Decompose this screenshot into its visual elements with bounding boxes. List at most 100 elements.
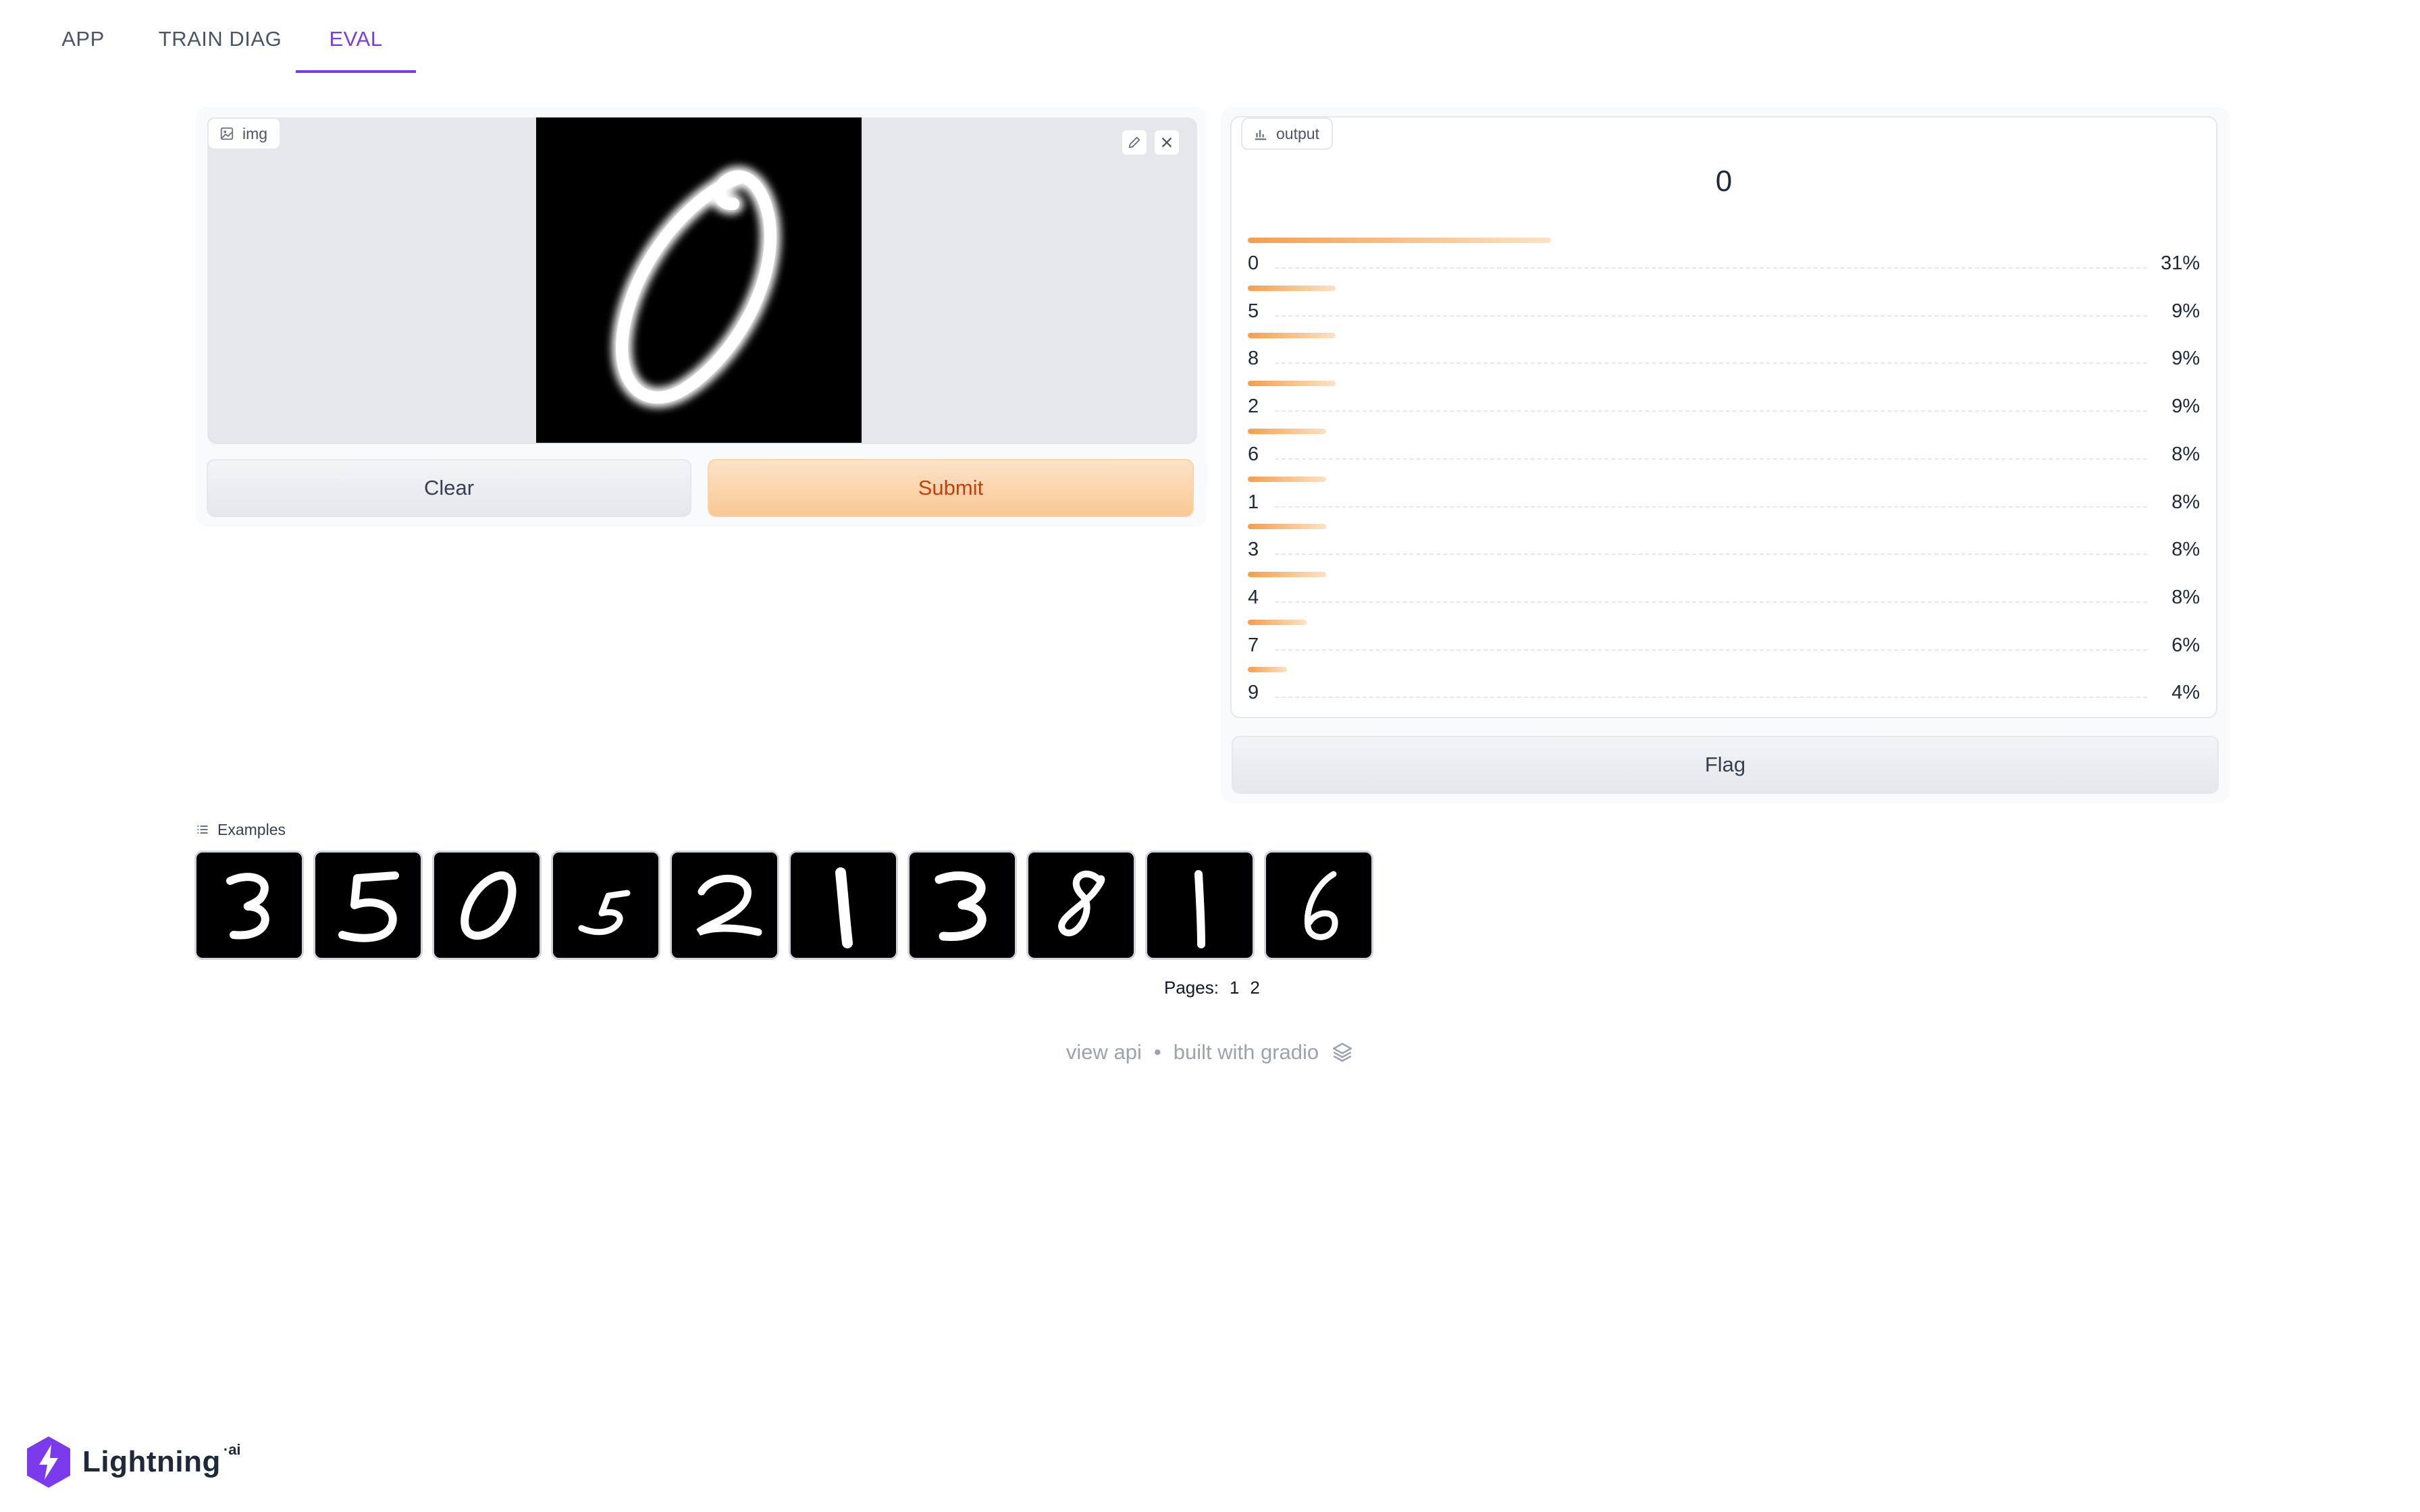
confidence-row: 3 8% (1248, 524, 2200, 571)
example-tile[interactable] (1145, 850, 1255, 960)
example-digit-image (338, 871, 399, 942)
confidence-percent: 6% (2172, 634, 2200, 656)
submit-button[interactable]: Submit (708, 459, 1194, 517)
example-tile[interactable] (194, 850, 304, 960)
example-digit-image (1304, 871, 1338, 940)
confidence-leader (1275, 554, 2147, 556)
confidence-bar (1248, 238, 1551, 243)
confidence-row: 6 8% (1248, 428, 2200, 476)
footer-separator: • (1153, 1040, 1161, 1064)
example-tile[interactable] (1264, 850, 1373, 960)
example-tile[interactable] (670, 850, 779, 960)
footer: view api • built with gradio (0, 1037, 2420, 1068)
remove-image-button[interactable] (1153, 129, 1180, 156)
confidence-percent: 9% (2172, 300, 2200, 322)
confidence-bar (1248, 381, 1336, 387)
example-tile[interactable] (432, 850, 542, 960)
page-1-link[interactable]: 1 (1230, 977, 1239, 998)
example-digit-image (578, 890, 631, 936)
pencil-icon (1128, 136, 1140, 148)
example-tile[interactable] (908, 850, 1017, 960)
brand-suffix: ·ai (223, 1441, 241, 1458)
confidence-row: 9 4% (1248, 667, 2200, 714)
confidence-label: 6 (1248, 443, 1259, 465)
example-tile[interactable] (1026, 850, 1136, 960)
example-digit-image (461, 871, 517, 940)
confidence-leader (1275, 649, 2147, 651)
pages-label: Pages: (1164, 977, 1219, 998)
uploaded-digit-image (536, 117, 862, 443)
confidence-row: 1 8% (1248, 476, 2200, 524)
confidence-row: 2 9% (1248, 381, 2200, 428)
confidence-label: 1 (1248, 491, 1259, 513)
tab-eval[interactable]: EVAL (296, 0, 416, 73)
confidence-row: 8 9% (1248, 333, 2200, 380)
confidence-bar (1248, 571, 1326, 577)
confidence-bar (1248, 476, 1326, 482)
confidence-percent: 31% (2160, 252, 2200, 274)
confidence-row: 7 6% (1248, 619, 2200, 667)
pagination: Pages: 1 2 (1164, 977, 1260, 998)
confidence-row: 4 8% (1248, 571, 2200, 619)
confidence-percent: 9% (2172, 396, 2200, 418)
confidence-percent: 8% (2172, 586, 2200, 608)
flag-button[interactable]: Flag (1232, 736, 2219, 794)
example-digit-image (835, 867, 853, 948)
output-label-text: output (1276, 124, 1319, 142)
confidence-leader (1275, 506, 2147, 508)
predicted-label: 0 (1715, 165, 1733, 198)
page-2-link[interactable]: 2 (1250, 977, 1259, 998)
example-tile[interactable] (551, 850, 660, 960)
examples-header: Examples (196, 818, 286, 841)
input-label-text: img (242, 124, 268, 142)
lightning-brand[interactable]: Lightning ·ai (24, 1434, 241, 1490)
confidence-label: 4 (1248, 586, 1259, 608)
confidence-bar (1248, 524, 1326, 530)
confidence-bar (1248, 428, 1326, 434)
tab-bar: APP TRAIN DIAG EVAL (0, 0, 2420, 74)
confidence-leader (1275, 601, 2147, 603)
confidence-leader (1275, 458, 2147, 460)
confidence-bar (1248, 619, 1307, 625)
tab-train-diag[interactable]: TRAIN DIAG (154, 0, 286, 73)
confidence-label: 7 (1248, 634, 1259, 656)
edit-image-button[interactable] (1121, 129, 1148, 156)
list-icon (197, 825, 208, 834)
example-digit-image (1058, 870, 1105, 936)
confidence-label: 5 (1248, 300, 1259, 322)
bar-chart-icon (1255, 130, 1267, 140)
examples-label: Examples (217, 820, 286, 838)
confidence-label: 8 (1248, 348, 1259, 370)
confidence-label: 2 (1248, 396, 1259, 418)
confidence-percent: 8% (2172, 539, 2200, 561)
confidence-bar (1248, 667, 1287, 673)
confidence-leader (1275, 362, 2147, 364)
confidence-leader (1275, 315, 2147, 317)
example-digit-image (696, 875, 762, 936)
view-api-link[interactable]: view api (1066, 1040, 1142, 1064)
confidence-label: 3 (1248, 539, 1259, 561)
input-label: img (207, 117, 282, 150)
app-root: APP TRAIN DIAG EVAL img Clear Submit out… (0, 0, 2420, 1512)
example-digit-image (1194, 870, 1205, 948)
confidence-row: 5 9% (1248, 285, 2200, 333)
example-tile[interactable] (789, 850, 898, 960)
example-digit-image (935, 871, 987, 941)
confidence-bar (1248, 285, 1336, 291)
example-digit-image (226, 873, 269, 940)
gradio-logo-icon (1333, 1042, 1352, 1062)
example-tile[interactable] (313, 850, 423, 960)
clear-button[interactable]: Clear (207, 459, 691, 517)
built-with-gradio-link[interactable]: built with gradio (1174, 1040, 1319, 1064)
confidence-leader (1275, 410, 2147, 412)
confidence-percent: 9% (2172, 348, 2200, 370)
lightning-bolt-icon (27, 1436, 70, 1488)
tab-app[interactable]: APP (47, 0, 119, 73)
confidence-label: 0 (1248, 252, 1259, 274)
brand-name: Lightning (82, 1445, 221, 1478)
confidence-leader (1275, 697, 2147, 699)
confidence-bar (1248, 333, 1336, 339)
confidence-percent: 8% (2172, 491, 2200, 513)
close-icon (1161, 137, 1172, 148)
confidence-label: 9 (1248, 682, 1259, 704)
